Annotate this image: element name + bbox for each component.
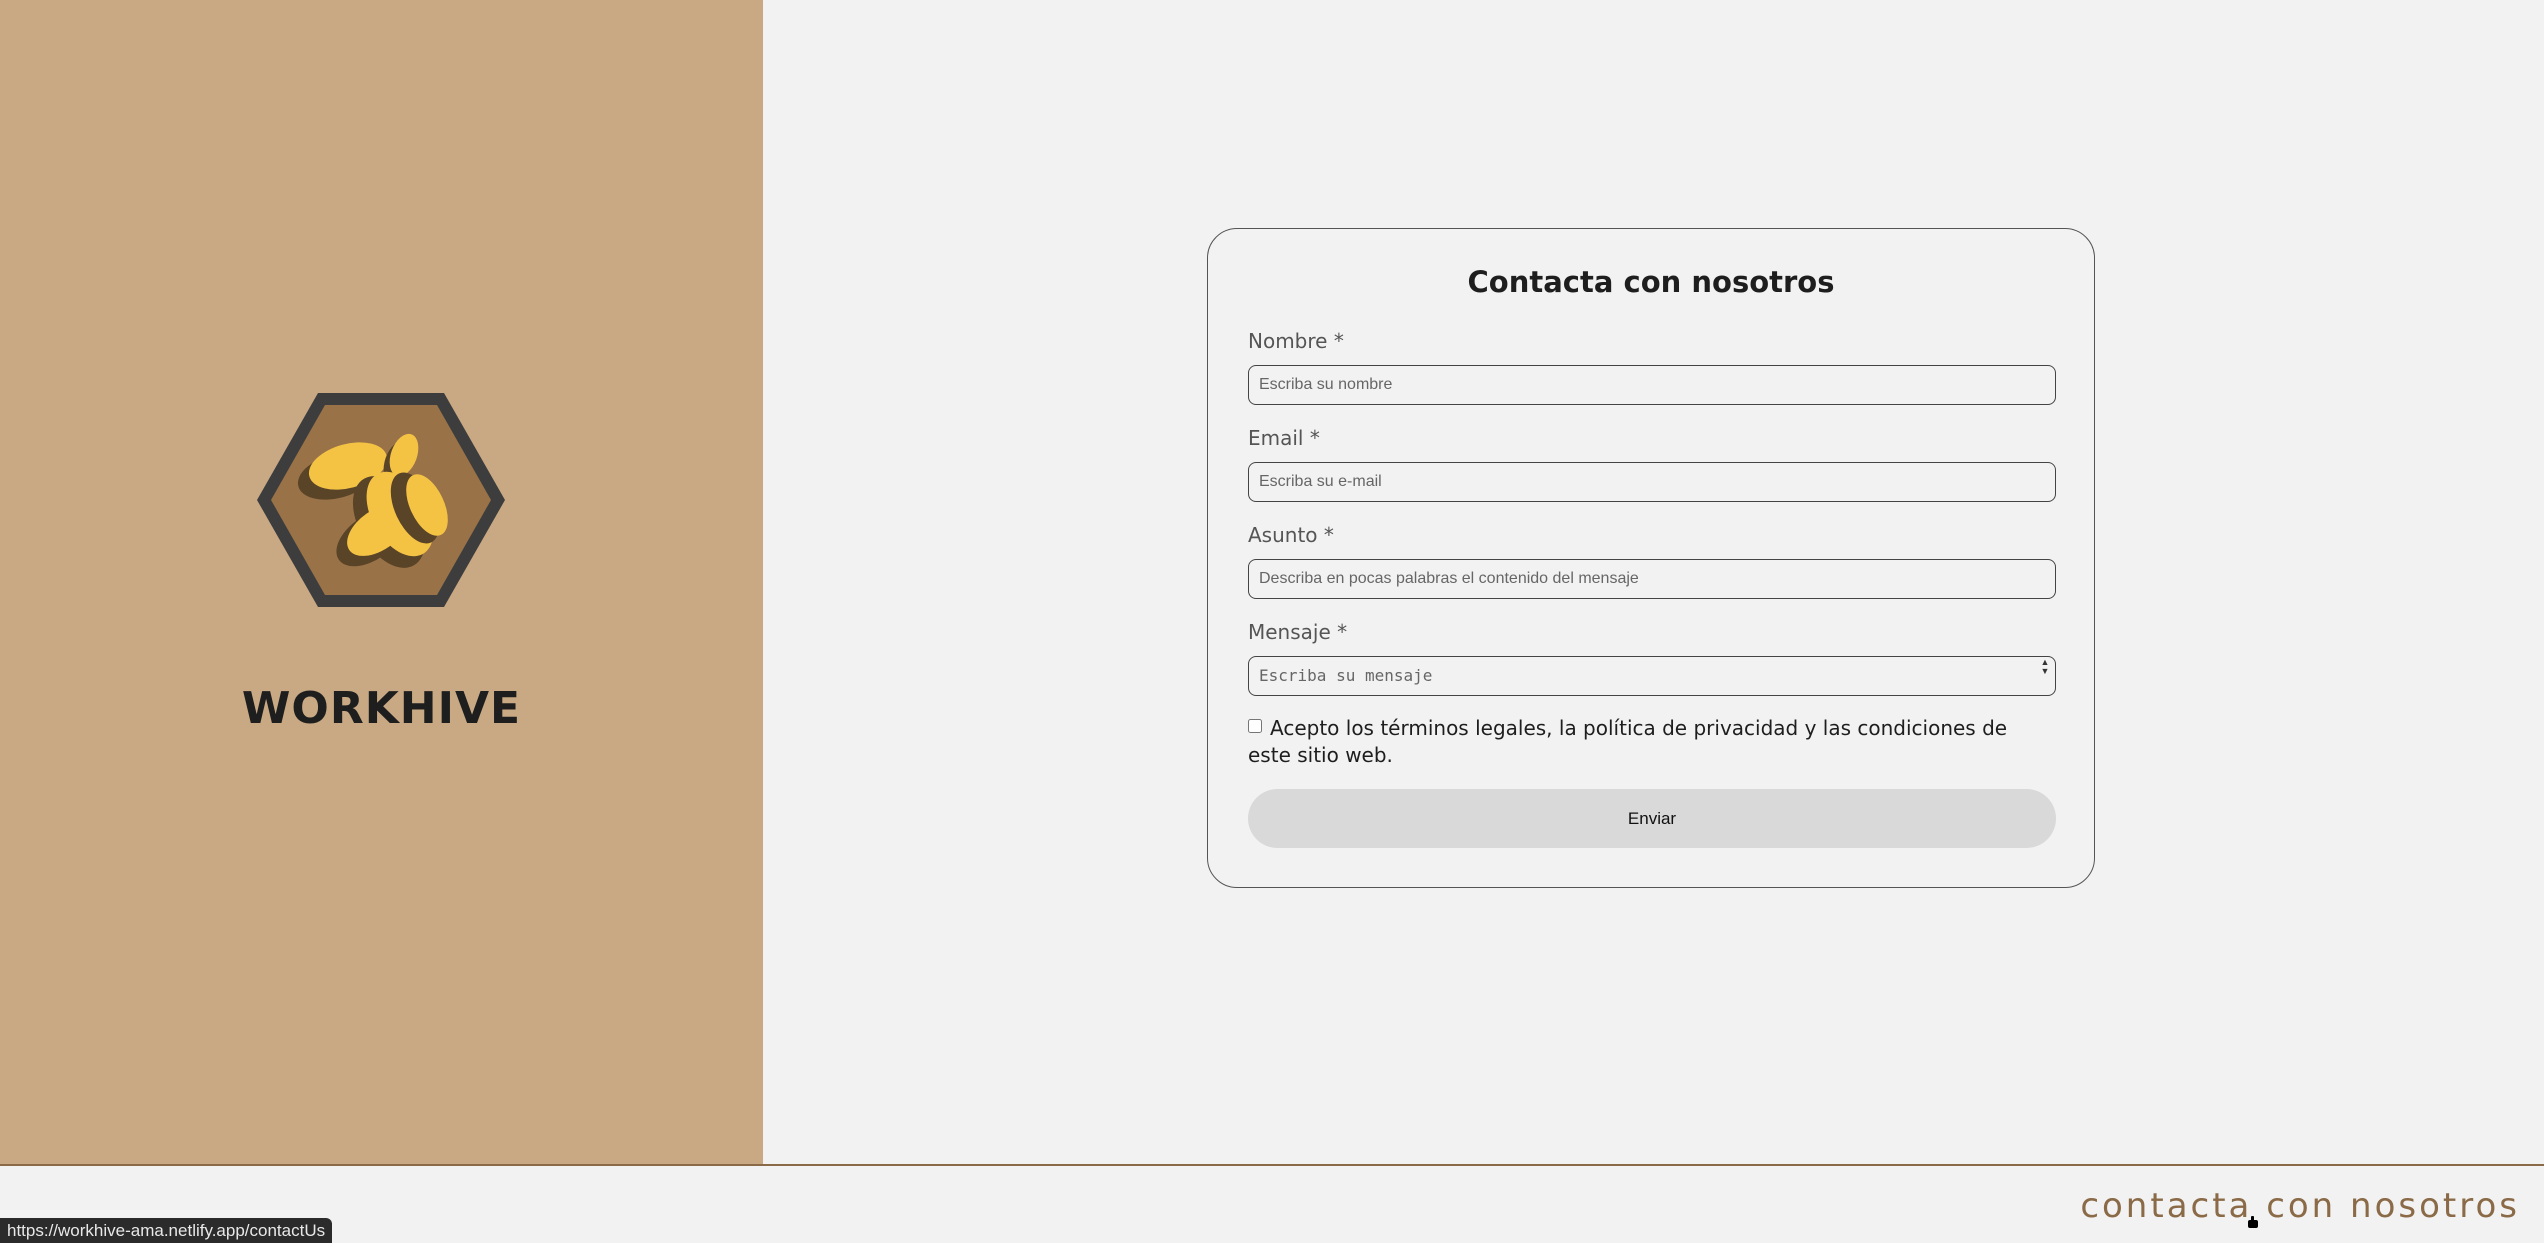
name-input[interactable] bbox=[1248, 365, 2056, 405]
email-label: Email * bbox=[1248, 426, 1320, 450]
scroll-arrows-icon[interactable]: ▲ ▼ bbox=[2038, 658, 2052, 692]
terms-label: Acepto los términos legales, la política… bbox=[1248, 716, 2008, 767]
email-input[interactable] bbox=[1248, 462, 2056, 502]
brand-panel: WORKHIVE bbox=[0, 0, 763, 1165]
message-label: Mensaje * bbox=[1248, 620, 1348, 644]
status-bar-url: https://workhive-ama.netlify.app/contact… bbox=[0, 1218, 333, 1243]
form-title: Contacta con nosotros bbox=[1467, 265, 1835, 299]
contact-footer-link[interactable]: contacta con nosotros bbox=[2080, 1186, 2520, 1226]
brand-name: WORKHIVE bbox=[241, 683, 522, 734]
terms-row: Acepto los términos legales, la política… bbox=[1248, 715, 2048, 769]
hand-pointer-icon bbox=[2245, 1216, 2261, 1235]
footer-divider bbox=[0, 1164, 2544, 1166]
subject-label: Asunto * bbox=[1248, 523, 1334, 547]
submit-button[interactable]: Enviar bbox=[1248, 789, 2056, 848]
name-label: Nombre * bbox=[1248, 329, 1344, 353]
contact-form: Contacta con nosotros Nombre * Email * A… bbox=[1207, 228, 2095, 888]
message-textarea[interactable] bbox=[1248, 656, 2056, 696]
terms-checkbox[interactable] bbox=[1248, 719, 1262, 733]
subject-input[interactable] bbox=[1248, 559, 2056, 599]
bee-hexagon-logo-icon bbox=[255, 390, 507, 610]
